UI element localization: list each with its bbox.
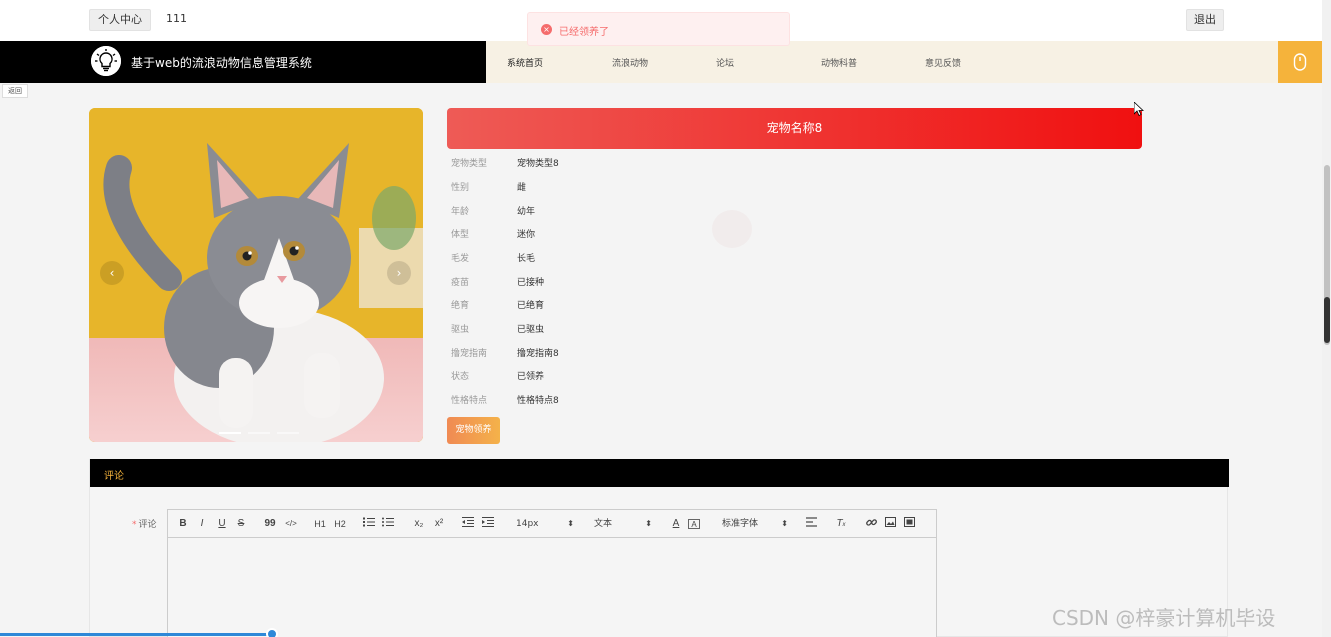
attr-value-vaccine: 已接种 [517,278,545,288]
attr-label-age: 年龄 [451,207,470,217]
attr-value-fur: 长毛 [517,254,536,264]
video-icon[interactable] [903,517,915,531]
rich-text-editor[interactable]: B I U S 99 </> H1 H2 x₂ x² 14px ⬍ 文本 ⬍ A… [167,509,937,637]
attr-value-pet-type: 宠物类型8 [517,159,559,169]
nav-item-feedback[interactable]: 意见反馈 [925,56,961,69]
lightbulb-icon [91,46,121,76]
chevron-updown-icon: ⬍ [567,519,574,528]
attr-label-fur: 毛发 [451,254,470,264]
mouse-icon [1293,53,1307,71]
cat-photo [89,108,423,442]
font-color-icon[interactable]: A [670,517,682,531]
bold-button[interactable]: B [178,517,188,531]
chevron-updown-icon: ⬍ [645,519,652,528]
comment-header: 评论 [90,459,1229,487]
text-type-select[interactable]: 文本 ⬍ [594,517,652,531]
chevron-updown-icon: ⬍ [781,519,788,528]
subscript-button[interactable]: x₂ [413,517,425,531]
side-menu-button[interactable] [1278,41,1322,83]
loading-indicator [712,210,752,248]
brand-title: 基于web的流浪动物信息管理系统 [131,56,312,70]
font-size-select[interactable]: 14px ⬍ [516,517,574,531]
watermark-text: CSDN @梓豪计算机毕设 [1052,606,1276,630]
carousel-dot[interactable] [219,432,241,434]
comment-field-label: * 评论 [132,517,157,530]
background-color-icon[interactable]: A [688,519,700,529]
editor-toolbar: B I U S 99 </> H1 H2 x₂ x² 14px ⬍ 文本 ⬍ A… [168,510,936,538]
header2-button[interactable]: H2 [333,517,347,531]
back-button[interactable]: 返回 [2,84,28,98]
comment-header-title: 评论 [104,471,124,482]
code-block-icon[interactable]: </> [284,517,298,531]
attr-label-gender: 性别 [451,183,470,193]
bullet-list-icon[interactable] [382,517,394,531]
user-center-button[interactable]: 个人中心 [89,9,151,31]
close-circle-icon: × [541,24,552,35]
attr-value-status: 已领养 [517,372,545,382]
indent-icon[interactable] [482,517,494,531]
error-toast: × 已经领养了 [527,12,790,46]
attr-label-pet-type: 宠物类型 [451,159,488,169]
bottom-progress-bar [0,633,272,636]
required-mark: * [132,520,137,530]
carousel-dot[interactable] [248,432,270,434]
attr-value-guide: 撸宠指南8 [517,349,559,359]
nav-item-animal-science[interactable]: 动物科普 [821,56,857,69]
attr-label-status: 状态 [451,372,470,382]
nav-item-home[interactable]: 系统首页 [507,56,543,69]
brand[interactable]: 基于web的流浪动物信息管理系统 [0,41,486,83]
attr-value-gender: 雌 [517,183,527,193]
chevron-right-icon: › [396,266,402,280]
attr-label-neutered: 绝育 [451,301,470,311]
ordered-list-icon[interactable] [363,517,375,531]
superscript-button[interactable]: x² [433,517,445,531]
attr-label-vaccine: 疫苗 [451,278,470,288]
main-navbar: 基于web的流浪动物信息管理系统 系统首页 流浪动物 论坛 动物科普 意见反馈 [0,41,1322,83]
logout-button[interactable]: 退出 [1186,9,1224,31]
pet-title: 宠物名称8 [447,108,1142,149]
username-text: 111 [166,12,187,25]
header1-button[interactable]: H1 [313,517,327,531]
attr-label-size: 体型 [451,230,470,240]
link-icon[interactable] [865,517,877,531]
chevron-left-icon: ‹ [109,266,115,280]
attr-value-personality: 性格特点8 [517,396,559,406]
mouse-cursor-icon [1134,102,1144,116]
align-icon[interactable] [805,517,817,531]
attr-label-personality: 性格特点 [451,396,488,406]
comment-label-text: 评论 [138,520,157,530]
underline-button[interactable]: U [217,517,227,531]
font-family-value: 标准字体 [722,519,759,529]
pet-image-carousel[interactable] [89,108,423,442]
attr-value-age: 幼年 [517,207,536,217]
nav-item-stray-animals[interactable]: 流浪动物 [612,56,648,69]
clear-format-icon[interactable]: Tx [835,517,847,531]
attr-label-deworm: 驱虫 [451,325,470,335]
outdent-icon[interactable] [462,517,474,531]
carousel-next-button[interactable]: › [387,261,411,285]
font-size-value: 14px [516,519,539,529]
page-scrollbar[interactable] [1322,0,1331,637]
nav-item-forum[interactable]: 论坛 [716,56,734,69]
carousel-dot[interactable] [277,432,299,434]
toast-message: 已经领养了 [559,27,609,38]
blockquote-icon[interactable]: 99 [264,517,276,531]
text-type-value: 文本 [594,519,613,529]
attr-value-size: 迷你 [517,230,536,240]
attr-value-neutered: 已绝育 [517,301,545,311]
adopt-button[interactable]: 宠物领养 [447,417,500,444]
attr-value-deworm: 已驱虫 [517,325,545,335]
strike-button[interactable]: S [236,517,246,531]
italic-button[interactable]: I [197,517,207,531]
image-icon[interactable] [884,517,896,531]
carousel-prev-button[interactable]: ‹ [100,261,124,285]
attr-label-guide: 撸宠指南 [451,349,488,359]
font-family-select[interactable]: 标准字体 ⬍ [722,517,788,531]
scrollbar-thumb-active[interactable] [1324,297,1330,343]
progress-knob[interactable] [266,628,278,637]
